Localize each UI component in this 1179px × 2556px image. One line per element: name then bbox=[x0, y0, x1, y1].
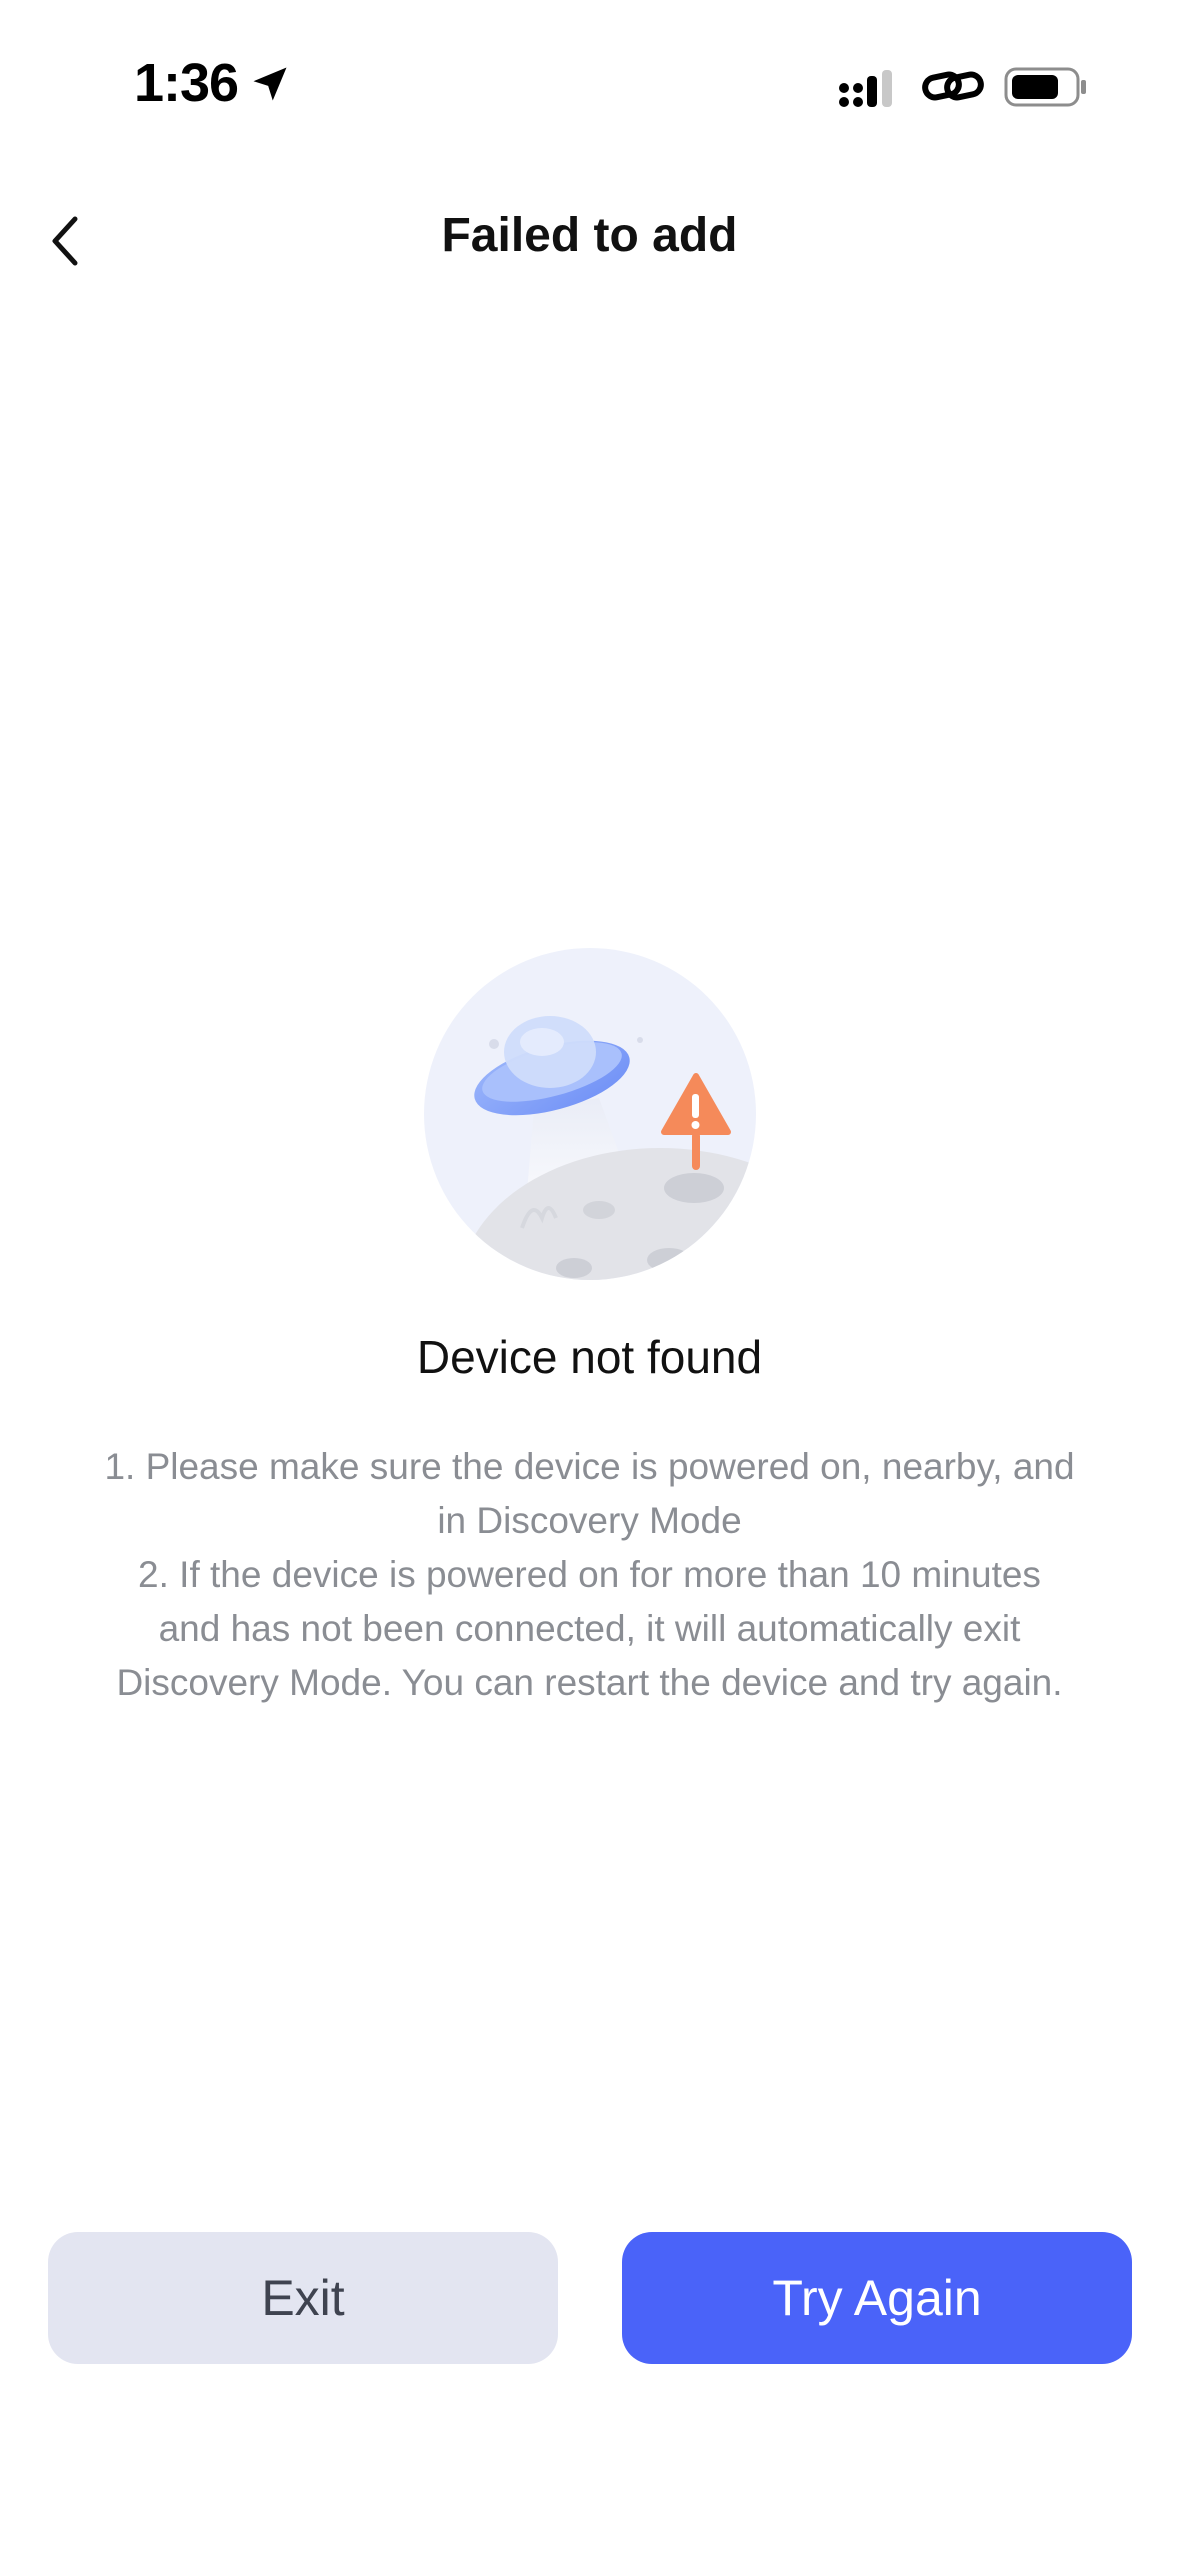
message-line: Discovery Mode. You can restart the devi… bbox=[116, 1662, 1063, 1703]
message-line: 1. Please make sure the device is powere… bbox=[104, 1446, 1075, 1487]
battery-icon bbox=[1004, 67, 1086, 107]
status-bar: 1:36 bbox=[0, 0, 1179, 150]
message-line: in Discovery Mode bbox=[437, 1500, 742, 1541]
location-arrow-icon bbox=[253, 67, 287, 101]
message-body: 1. Please make sure the device is powere… bbox=[40, 1440, 1139, 1710]
page-title: Failed to add bbox=[441, 209, 738, 262]
message-line: and has not been connected, it will auto… bbox=[158, 1608, 1021, 1649]
message-line: 2. If the device is powered on for more … bbox=[138, 1554, 1041, 1595]
message-title: Device not found bbox=[416, 1331, 763, 1383]
cellular-signal-icon bbox=[839, 70, 892, 107]
ufo-warning-illustration bbox=[424, 948, 756, 1280]
link-icon bbox=[922, 71, 984, 101]
exit-button[interactable]: Exit bbox=[48, 2232, 558, 2364]
status-time: 1:36 bbox=[134, 53, 239, 113]
try-again-button[interactable]: Try Again bbox=[622, 2232, 1132, 2364]
